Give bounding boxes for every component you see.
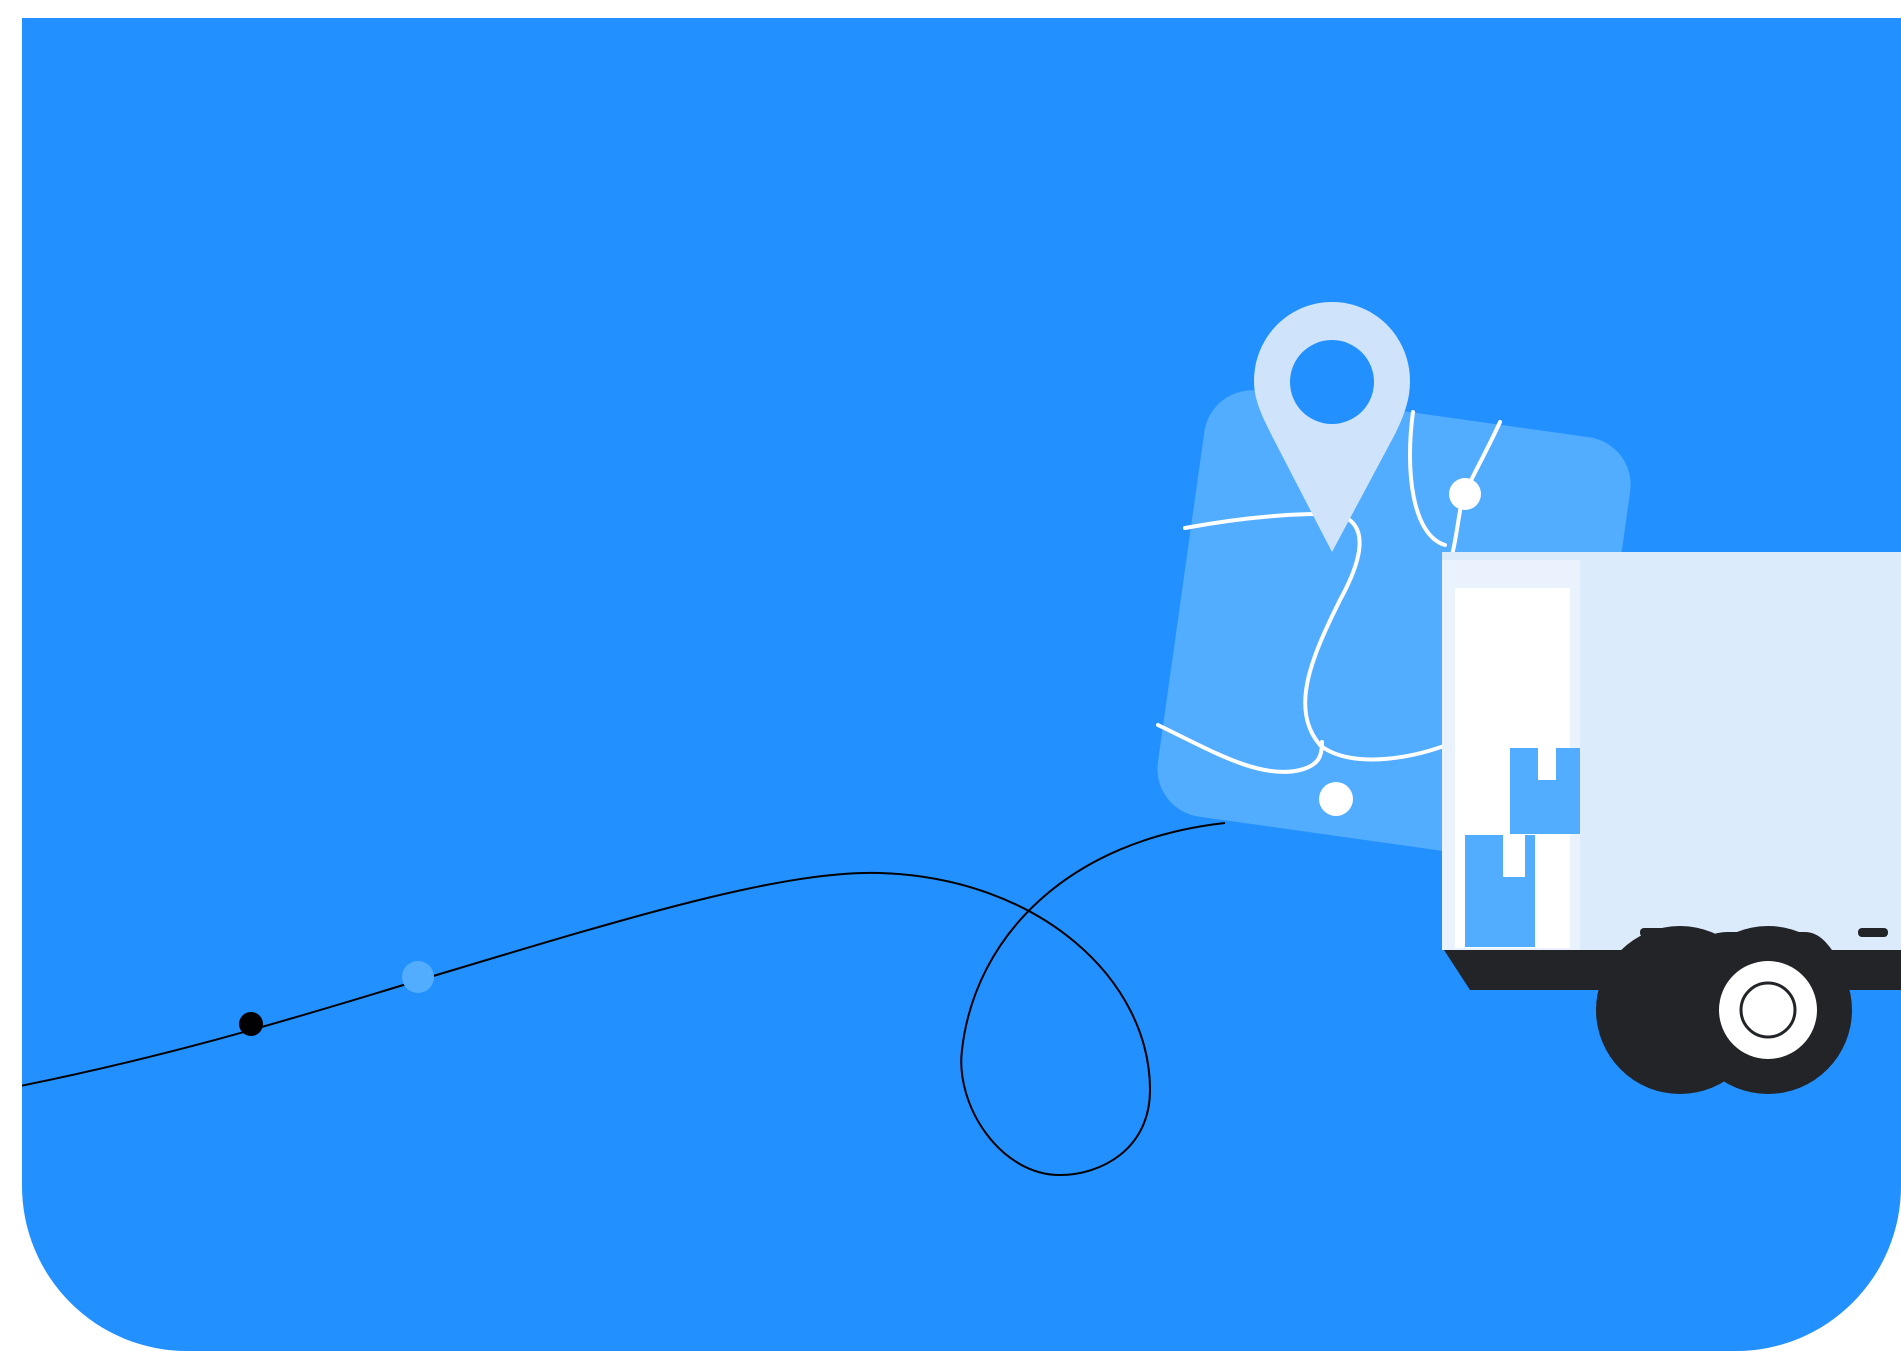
map-node-bottom (1319, 782, 1353, 816)
route-dot-light (402, 961, 434, 993)
truck-handle-right (1858, 928, 1888, 937)
blue-panel-background (22, 18, 1901, 1351)
hero-illustration (0, 0, 1901, 1351)
map-node-top (1449, 478, 1481, 510)
route-dot-dark (239, 1012, 263, 1036)
truck-wheel-hub (1719, 961, 1817, 1059)
delivery-route-illustration (22, 18, 1901, 1351)
